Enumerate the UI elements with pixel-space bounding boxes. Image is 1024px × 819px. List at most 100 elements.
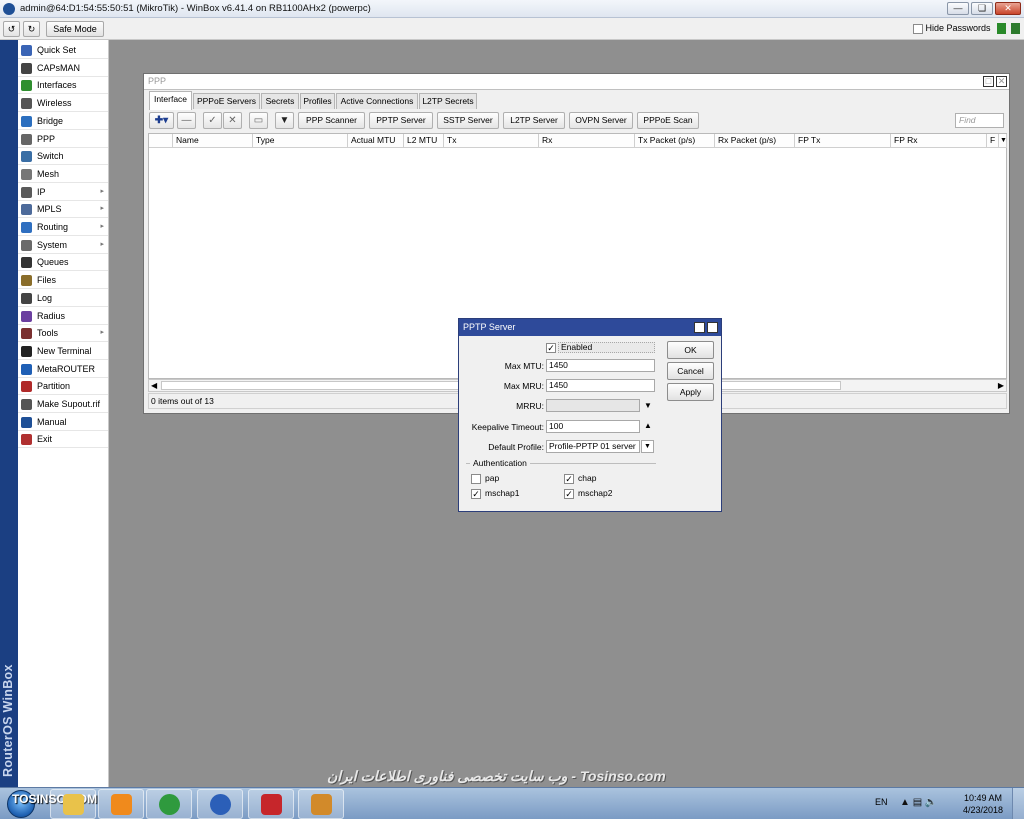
column-header-rx-packet-p-s[interactable]: Rx Packet (p/s) — [715, 134, 795, 148]
sidebar-item-capsman[interactable]: CAPsMAN — [18, 60, 108, 77]
taskbar-winbox-button[interactable] — [197, 789, 243, 819]
taskbar-chrome-button[interactable] — [146, 789, 192, 819]
column-header-name[interactable]: Name — [173, 134, 253, 148]
remove-icon[interactable]: — — [177, 112, 196, 129]
network-icon[interactable]: ▤ — [913, 797, 922, 808]
auth-option-mschap1[interactable]: ✓ mschap1 — [471, 488, 520, 499]
sidebar-item-tools[interactable]: Tools ▸ — [18, 325, 108, 343]
close-icon[interactable]: ✕ — [707, 322, 718, 333]
taskbar-media-player-button[interactable] — [98, 789, 144, 819]
taskbar-acrobat-button[interactable] — [248, 789, 294, 819]
max-mtu-field[interactable]: 1450 — [546, 359, 655, 372]
find-input[interactable]: Find — [955, 113, 1004, 128]
minimize-button[interactable]: — — [947, 2, 969, 15]
sidebar-item-partition[interactable]: Partition — [18, 378, 108, 396]
mrru-field[interactable] — [546, 399, 640, 412]
sidebar-item-ppp[interactable]: PPP — [18, 131, 108, 148]
column-header-type[interactable]: Type — [253, 134, 348, 148]
taskbar-explorer-button[interactable] — [50, 789, 96, 819]
volume-icon[interactable]: 🔈 — [925, 797, 937, 808]
sidebar-item-queues[interactable]: Queues — [18, 254, 108, 272]
column-header-l2-mtu[interactable]: L2 MTU — [404, 134, 444, 148]
mrru-expand-icon[interactable]: ▼ — [644, 401, 652, 410]
pptp-dialog-title-bar[interactable]: PPTP Server □ ✕ — [459, 319, 721, 336]
hide-passwords-toggle[interactable]: Hide Passwords — [913, 23, 991, 34]
column-header-flags[interactable] — [149, 134, 173, 148]
sidebar-item-quick-set[interactable]: Quick Set — [18, 42, 108, 59]
mschap1-checkbox[interactable]: ✓ — [471, 488, 481, 499]
hide-passwords-checkbox[interactable] — [913, 23, 923, 34]
taskbar-paint-button[interactable] — [298, 789, 344, 819]
ok-button[interactable]: OK — [667, 341, 714, 359]
ppp-window-title-bar[interactable]: PPP □ ✕ — [144, 74, 1009, 90]
default-profile-dropdown-icon[interactable]: ▼ — [641, 440, 654, 453]
column-header-fp-tx[interactable]: FP Tx — [795, 134, 891, 148]
clock[interactable]: 10:49 AM 4/23/2018 — [958, 792, 1008, 816]
safe-mode-button[interactable]: Safe Mode — [46, 21, 104, 37]
keepalive-collapse-icon[interactable]: ▲ — [644, 421, 652, 430]
sidebar-item-ip[interactable]: IP ▸ — [18, 184, 108, 201]
column-header-f[interactable]: F — [987, 134, 999, 148]
cancel-button[interactable]: Cancel — [667, 362, 714, 380]
filter-icon[interactable]: ▼ — [275, 112, 294, 129]
comment-icon[interactable]: ▭ — [249, 112, 268, 129]
l2tp-server-button[interactable]: L2TP Server — [503, 112, 565, 129]
sidebar-item-manual[interactable]: Manual — [18, 414, 108, 431]
sidebar-item-make-supout-rif[interactable]: Make Supout.rif — [18, 396, 108, 413]
tab-interface[interactable]: Interface — [149, 91, 192, 110]
sidebar-item-metarouter[interactable]: MetaROUTER — [18, 361, 108, 378]
system-tray[interactable]: ▲ ▤ 🔈 — [900, 797, 937, 808]
scroll-right-icon[interactable]: ▶ — [998, 381, 1004, 390]
maximize-icon[interactable]: □ — [983, 76, 994, 87]
pap-checkbox[interactable] — [471, 473, 481, 484]
show-desktop-button[interactable] — [1012, 788, 1024, 819]
tab-active-connections[interactable]: Active Connections — [336, 93, 418, 109]
sidebar-item-mpls[interactable]: MPLS ▸ — [18, 201, 108, 219]
column-header-tx[interactable]: Tx — [444, 134, 539, 148]
sidebar-item-wireless[interactable]: Wireless — [18, 95, 108, 113]
close-icon[interactable]: ✕ — [996, 76, 1007, 87]
auth-option-pap[interactable]: pap — [471, 473, 499, 484]
sidebar-item-radius[interactable]: Radius — [18, 308, 108, 325]
ovpn-server-button[interactable]: OVPN Server — [569, 112, 633, 129]
sstp-server-button[interactable]: SSTP Server — [437, 112, 499, 129]
default-profile-select[interactable]: Profile-PPTP 01 server — [546, 440, 640, 453]
sidebar-item-new-terminal[interactable]: New Terminal — [18, 343, 108, 360]
pptp-server-button[interactable]: PPTP Server — [369, 112, 433, 129]
sidebar-item-system[interactable]: System ▸ — [18, 237, 108, 254]
sidebar-item-switch[interactable]: Switch — [18, 148, 108, 166]
tab-profiles[interactable]: Profiles — [300, 93, 335, 109]
close-button[interactable]: ✕ — [995, 2, 1021, 15]
apply-button[interactable]: Apply — [667, 383, 714, 401]
restore-button[interactable]: ❏ — [971, 2, 993, 15]
tray-arrow-icon[interactable]: ▲ — [900, 797, 910, 808]
tab-secrets[interactable]: Secrets — [261, 93, 299, 109]
sidebar-item-interfaces[interactable]: Interfaces — [18, 77, 108, 95]
sidebar-item-log[interactable]: Log — [18, 290, 108, 307]
sidebar-item-routing[interactable]: Routing ▸ — [18, 219, 108, 236]
ppp-scanner-button[interactable]: PPP Scanner — [298, 112, 365, 129]
column-header-fp-rx[interactable]: FP Rx — [891, 134, 987, 148]
maximize-icon[interactable]: □ — [694, 322, 705, 333]
sidebar-item-mesh[interactable]: Mesh — [18, 166, 108, 183]
keepalive-field[interactable]: 100 — [546, 420, 640, 433]
column-chooser-icon[interactable]: ▼ — [999, 134, 1007, 148]
auth-option-chap[interactable]: ✓ chap — [564, 473, 596, 484]
column-header-actual-mtu[interactable]: Actual MTU — [348, 134, 404, 148]
auth-option-mschap2[interactable]: ✓ mschap2 — [564, 488, 613, 499]
add-icon[interactable]: ✚▾ — [149, 112, 174, 129]
enabled-checkbox[interactable]: ✓ — [546, 343, 556, 353]
tab-pppoe-servers[interactable]: PPPoE Servers — [193, 93, 260, 109]
sidebar-item-exit[interactable]: Exit — [18, 431, 108, 449]
sidebar-item-files[interactable]: Files — [18, 272, 108, 290]
scroll-left-icon[interactable]: ◀ — [151, 381, 157, 390]
language-indicator[interactable]: EN — [875, 797, 888, 807]
enable-icon[interactable]: ✓ — [203, 112, 222, 129]
mschap2-checkbox[interactable]: ✓ — [564, 488, 574, 499]
tab-l2tp-secrets[interactable]: L2TP Secrets — [419, 93, 477, 109]
column-header-tx-packet-p-s[interactable]: Tx Packet (p/s) — [635, 134, 715, 148]
undo-icon[interactable]: ↺ — [3, 21, 20, 37]
column-header-rx[interactable]: Rx — [539, 134, 635, 148]
chap-checkbox[interactable]: ✓ — [564, 473, 574, 484]
redo-icon[interactable]: ↻ — [23, 21, 40, 37]
